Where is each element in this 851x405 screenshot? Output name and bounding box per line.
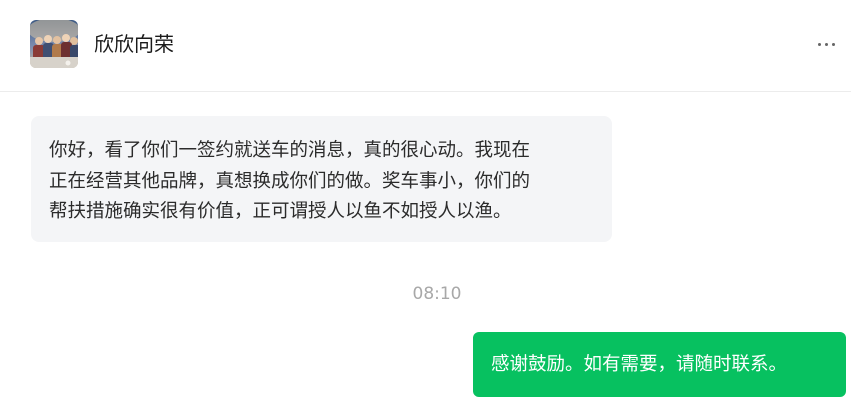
chat-header: 欣欣向荣 bbox=[0, 0, 851, 92]
message-timestamp: 08:10 bbox=[412, 284, 462, 304]
incoming-message-bubble[interactable]: 你好，看了你们一签约就送车的消息，真的很心动。我现在 正在经营其他品牌，真想换成… bbox=[31, 116, 612, 242]
more-dots-icon bbox=[818, 43, 821, 46]
incoming-message-line: 正在经营其他品牌，真想换成你们的做。奖车事小，你们的 bbox=[49, 170, 531, 192]
contact-avatar[interactable] bbox=[30, 20, 78, 68]
more-dots-icon-dot-2 bbox=[825, 43, 828, 46]
incoming-message-line: 你好，看了你们一签约就送车的消息，真的很心动。我现在 bbox=[49, 140, 531, 161]
more-options-button[interactable] bbox=[813, 33, 841, 57]
incoming-message-line: 帮扶措施确实很有价值，正可谓授人以鱼不如授人以渔。 bbox=[49, 201, 512, 222]
contact-name[interactable]: 欣欣向荣 bbox=[94, 30, 174, 58]
more-dots-icon-dot-3 bbox=[832, 43, 835, 46]
group-photo-avatar-icon bbox=[30, 20, 78, 68]
outgoing-message-bubble[interactable]: 感谢鼓励。如有需要，请随时联系。 bbox=[473, 332, 846, 397]
